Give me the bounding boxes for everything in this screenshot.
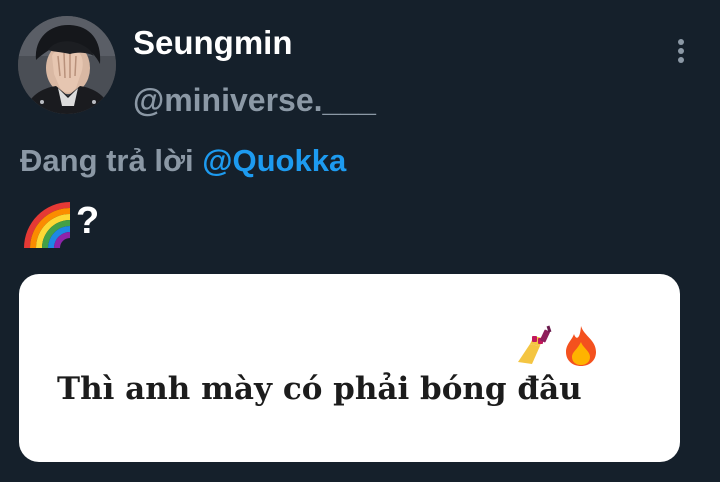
card-caption: Thì anh mày có phải bóng đâu (57, 371, 582, 407)
author-display-name[interactable]: Seungmin (133, 26, 293, 59)
fire-icon (566, 326, 596, 366)
reply-context: Đang trả lời @Quokka (20, 145, 346, 176)
reply-prefix: Đang trả lời (20, 143, 194, 178)
tweet-view: Seungmin @miniverse.___ Đang trả lời @Qu… (0, 0, 720, 482)
author-handle[interactable]: @miniverse.___ (133, 84, 376, 116)
more-vertical-icon (678, 39, 684, 63)
avatar-image (18, 16, 116, 114)
avatar[interactable] (18, 16, 116, 114)
card-emojis (512, 324, 600, 368)
nail-polish-icon (518, 325, 552, 364)
tweet-text-content: ? (76, 200, 100, 242)
reply-target-link[interactable]: @Quokka (202, 143, 346, 178)
rainbow-icon (24, 202, 70, 248)
media-card[interactable]: Thì anh mày có phải bóng đâu (19, 274, 680, 462)
more-options-button[interactable] (664, 34, 698, 68)
tweet-text: ? (20, 196, 99, 252)
